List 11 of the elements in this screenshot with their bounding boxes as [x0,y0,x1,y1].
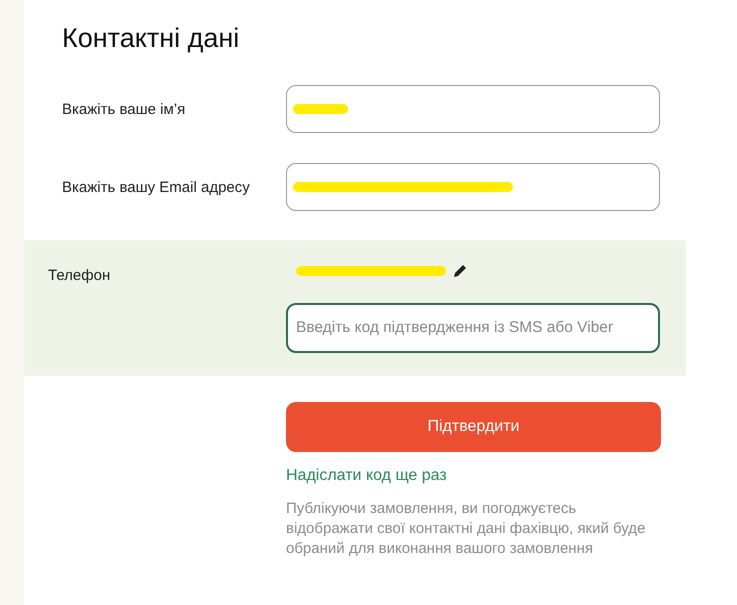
input-field[interactable] [286,163,660,211]
section-title: Контактні дані [62,22,240,55]
consent-note: Публікуючи замовлення, ви погоджуєтесь відображати свої контактні дані фахівцю, який буде обраний для виконання вашого замовлення [286,499,646,559]
confirm-button[interactable]: Підтвердити [286,402,661,452]
field-label: Телефон [48,267,112,286]
pencil-icon[interactable] [452,263,468,279]
field-label: Вкажіть вашу Email адресу [62,178,251,196]
field-label: Вкажіть ваше ім’я [62,100,186,118]
code-field[interactable]: Введіть код підтвердження із SMS або Viber [286,303,660,353]
input-field[interactable] [286,85,660,133]
resend-code-link[interactable]: Надіслати код ще раз [286,467,447,485]
